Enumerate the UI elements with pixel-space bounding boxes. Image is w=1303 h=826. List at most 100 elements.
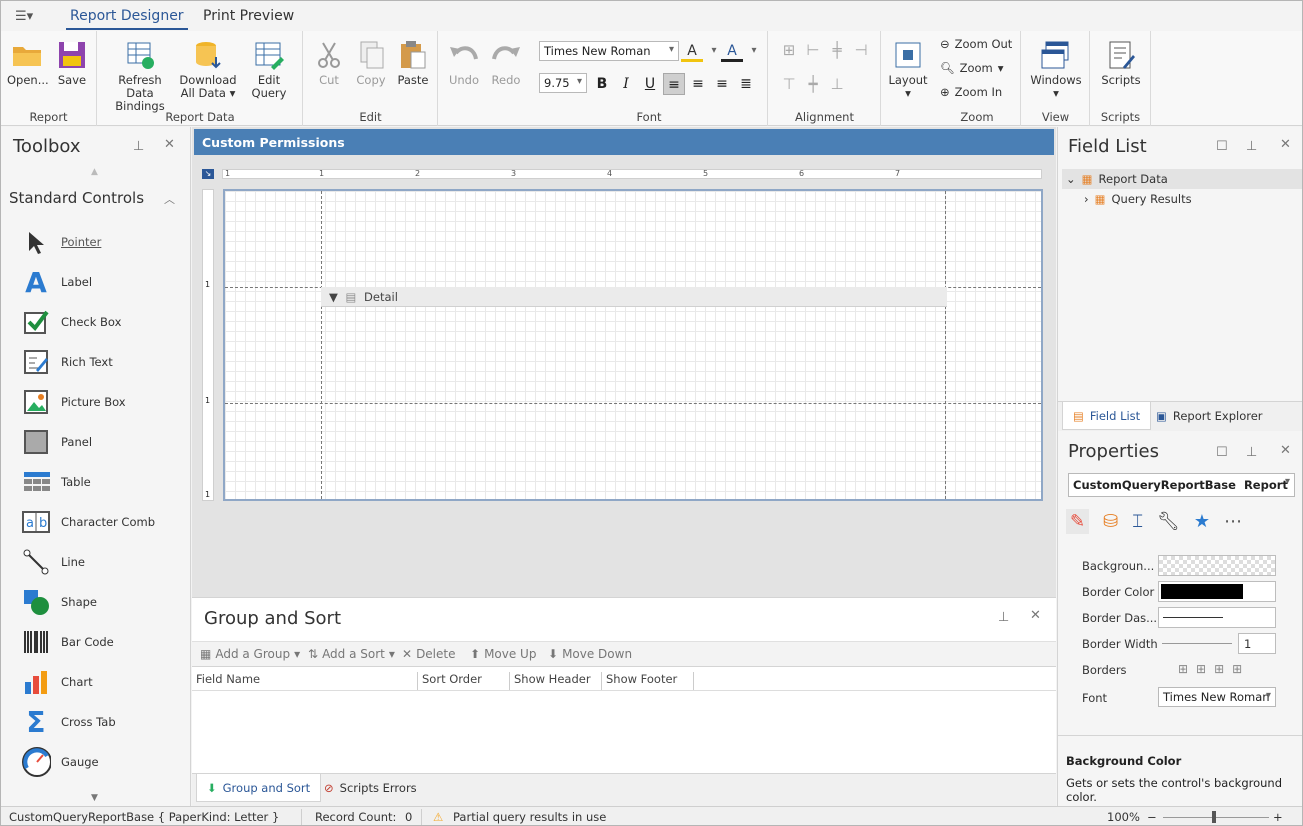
move-down-button[interactable]: ⬇ Move Down bbox=[548, 647, 632, 661]
align-right-icon[interactable]: ≡ bbox=[711, 73, 733, 95]
zoom-button[interactable]: 🔍︎ Zoom ▾ bbox=[940, 61, 1004, 75]
prop-row-border-color[interactable]: Border Color bbox=[1058, 579, 1302, 605]
tree-node-query-results[interactable]: › ▦ Query Results bbox=[1062, 189, 1302, 209]
font-color-dropdown-icon[interactable]: ▾ bbox=[743, 40, 765, 62]
highlight-color-icon[interactable]: A bbox=[681, 40, 703, 62]
align-middles-icon[interactable]: ┿ bbox=[803, 75, 823, 95]
align-left-icon[interactable]: ≡ bbox=[663, 73, 685, 95]
zoom-out-icon[interactable]: − bbox=[1147, 810, 1157, 824]
toolbox-item-line[interactable]: Line bbox=[21, 545, 85, 579]
zoom-in-icon[interactable]: + bbox=[1273, 810, 1283, 824]
tab-group-and-sort[interactable]: ⬇ Group and Sort bbox=[196, 774, 322, 802]
scripts-button[interactable]: Scripts bbox=[1099, 39, 1143, 87]
collapse-icon[interactable]: ▼ bbox=[329, 290, 338, 304]
pin-icon[interactable]: ⊥ bbox=[1246, 139, 1257, 154]
wrench-icon[interactable]: 🔧︎ bbox=[1157, 511, 1180, 532]
toolbox-item-label[interactable]: A Label bbox=[21, 265, 92, 299]
star-icon[interactable]: ★ bbox=[1194, 511, 1210, 532]
italic-icon[interactable]: I bbox=[615, 73, 637, 95]
toolbox-section-title[interactable]: Standard Controls bbox=[9, 189, 144, 207]
chevron-up-icon[interactable]: ︿ bbox=[164, 191, 175, 207]
tab-print-preview[interactable]: Print Preview bbox=[203, 8, 294, 24]
font-select[interactable]: Times New Roman bbox=[1158, 687, 1276, 707]
prop-row-background[interactable]: Backgroun... bbox=[1058, 553, 1302, 579]
maximize-icon[interactable]: ☐ bbox=[1216, 445, 1228, 460]
align-center-icon[interactable]: ≡ bbox=[687, 73, 709, 95]
add-sort-button[interactable]: ⇅ Add a Sort ▾ bbox=[308, 647, 395, 661]
pin-icon[interactable]: ⊥ bbox=[998, 610, 1009, 625]
underline-icon[interactable]: U bbox=[639, 73, 661, 95]
tab-report-explorer[interactable]: ▣ Report Explorer bbox=[1146, 402, 1273, 430]
toolbox-item-bar-code[interactable]: Bar Code bbox=[21, 625, 114, 659]
app-menu-icon[interactable]: ☰▾ bbox=[15, 9, 39, 25]
borders-selector-icon[interactable]: ⊞⊞⊞⊞ bbox=[1178, 662, 1250, 676]
tab-report-designer[interactable]: Report Designer bbox=[66, 8, 188, 30]
move-up-button[interactable]: ⬆ Move Up bbox=[470, 647, 536, 661]
scroll-up-icon[interactable]: ▲ bbox=[91, 167, 98, 177]
bold-icon[interactable]: B bbox=[591, 73, 613, 95]
toolbox-item-cross-tab[interactable]: Σ Cross Tab bbox=[21, 705, 115, 739]
layout-bounds-icon[interactable]: ⌶ bbox=[1132, 511, 1143, 532]
zoom-out-button[interactable]: ⊖ Zoom Out bbox=[940, 37, 1012, 51]
toolbox-item-character-comb[interactable]: a b Character Comb bbox=[21, 505, 155, 539]
font-color-icon[interactable]: A bbox=[721, 40, 743, 62]
ruler-corner-icon[interactable]: ↘ bbox=[202, 169, 214, 179]
justify-icon[interactable]: ≣ bbox=[735, 73, 757, 95]
toolbox-item-gauge[interactable]: Gauge bbox=[21, 745, 99, 779]
column-header-show-header[interactable]: Show Header bbox=[510, 672, 602, 690]
align-rights-icon[interactable]: ⊣ bbox=[851, 41, 871, 61]
border-width-slider[interactable] bbox=[1162, 643, 1232, 644]
column-header-show-footer[interactable]: Show Footer bbox=[602, 672, 694, 690]
scroll-down-icon[interactable]: ▼ bbox=[91, 793, 98, 803]
column-header-field-name[interactable]: Field Name bbox=[192, 672, 418, 690]
open-button[interactable]: Open... bbox=[7, 39, 49, 87]
zoom-slider[interactable] bbox=[1163, 817, 1269, 818]
font-name-combo[interactable]: Times New Roman bbox=[539, 41, 679, 61]
toolbox-item-rich-text[interactable]: Rich Text bbox=[21, 345, 113, 379]
close-icon[interactable]: ✕ bbox=[1280, 137, 1291, 152]
background-color-picker[interactable] bbox=[1158, 555, 1276, 576]
database-icon[interactable]: ⛁ bbox=[1103, 511, 1118, 532]
object-selector[interactable]: CustomQueryReportBase Report bbox=[1068, 473, 1295, 497]
edit-query-button[interactable]: Edit Query bbox=[240, 39, 298, 100]
tab-scripts-errors[interactable]: ⊘ Scripts Errors bbox=[314, 774, 427, 802]
undo-button[interactable]: Undo bbox=[445, 39, 483, 87]
close-icon[interactable]: ✕ bbox=[1280, 443, 1291, 458]
close-icon[interactable]: ✕ bbox=[1030, 608, 1041, 623]
toolbox-item-check-box[interactable]: Check Box bbox=[21, 305, 121, 339]
border-dash-select[interactable] bbox=[1158, 607, 1276, 628]
font-size-combo[interactable]: 9.75 bbox=[539, 73, 587, 93]
pin-icon[interactable]: ⊥ bbox=[133, 139, 144, 154]
align-to-grid-icon[interactable]: ⊞ bbox=[779, 41, 799, 61]
align-tops-icon[interactable]: ⊤ bbox=[779, 75, 799, 95]
column-header-sort-order[interactable]: Sort Order bbox=[418, 672, 510, 690]
toolbox-item-table[interactable]: Table bbox=[21, 465, 91, 499]
align-bottoms-icon[interactable]: ⊥ bbox=[827, 75, 847, 95]
maximize-icon[interactable]: ☐ bbox=[1216, 139, 1228, 154]
tab-field-list[interactable]: ▤ Field List bbox=[1062, 402, 1152, 430]
align-centers-icon[interactable]: ╪ bbox=[827, 41, 847, 61]
zoom-in-button[interactable]: ⊕ Zoom In bbox=[940, 85, 1002, 99]
paste-button[interactable]: Paste bbox=[394, 39, 432, 87]
download-all-data-button[interactable]: Download All Data ▾ bbox=[178, 39, 238, 100]
border-color-picker[interactable] bbox=[1158, 581, 1276, 602]
layout-button[interactable]: Layout ▾ bbox=[888, 39, 928, 100]
toolbox-item-picture-box[interactable]: Picture Box bbox=[21, 385, 126, 419]
toolbox-item-panel[interactable]: Panel bbox=[21, 425, 92, 459]
toolbox-item-pointer[interactable]: Pointer bbox=[21, 225, 101, 259]
cut-button[interactable]: Cut bbox=[310, 39, 348, 87]
delete-button[interactable]: ✕ Delete bbox=[402, 647, 456, 661]
detail-band-header[interactable]: ▼ ▤ Detail bbox=[321, 287, 947, 307]
more-icon[interactable]: ⋯ bbox=[1224, 511, 1242, 532]
add-group-button[interactable]: ▦ Add a Group ▾ bbox=[200, 647, 300, 661]
prop-row-font[interactable]: Font Times New Roman bbox=[1058, 685, 1302, 711]
brush-icon[interactable]: ✎ bbox=[1066, 508, 1090, 534]
save-button[interactable]: Save bbox=[53, 39, 91, 87]
border-width-input[interactable]: 1 bbox=[1238, 633, 1276, 654]
refresh-data-bindings-button[interactable]: Refresh Data Bindings bbox=[104, 39, 176, 113]
prop-row-borders[interactable]: Borders ⊞⊞⊞⊞ bbox=[1058, 657, 1302, 683]
redo-button[interactable]: Redo bbox=[487, 39, 525, 87]
report-page[interactable]: ▼ ▤ Detail bbox=[223, 189, 1043, 501]
copy-button[interactable]: Copy bbox=[352, 39, 390, 87]
prop-row-border-width[interactable]: Border Width 1 bbox=[1058, 631, 1302, 657]
